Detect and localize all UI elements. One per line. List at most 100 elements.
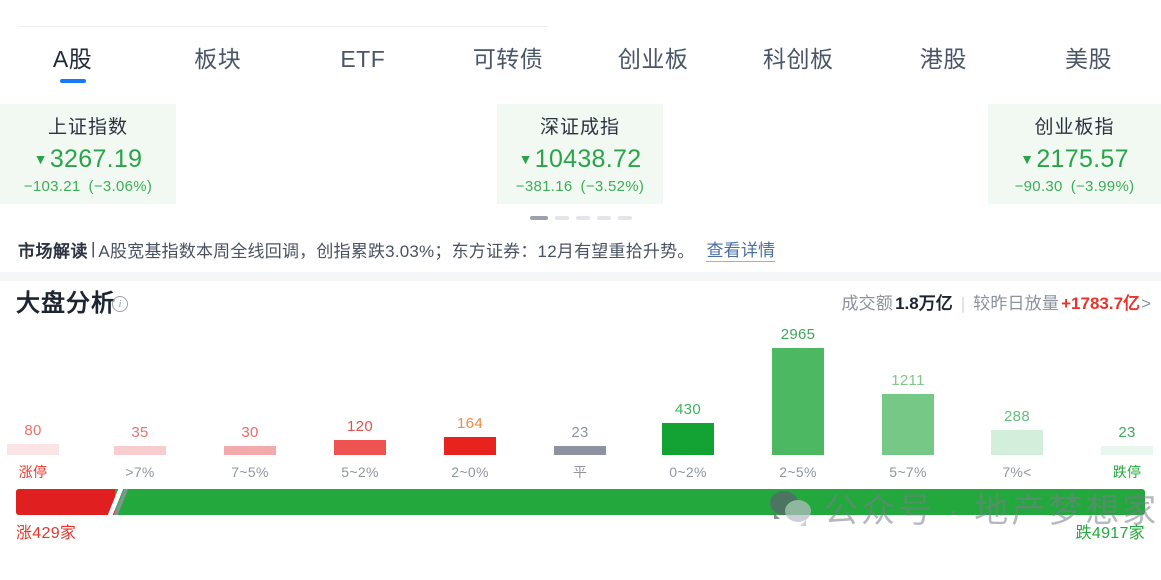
bar-value-label: 430	[675, 401, 701, 418]
bar-category-label: 跌停	[1112, 464, 1142, 480]
tab-7[interactable]: 美股	[1016, 44, 1161, 74]
tab-label: 创业板	[617, 46, 689, 72]
bar-rect	[114, 446, 166, 455]
bar-value-label: 288	[1004, 408, 1030, 425]
ratio-bar	[16, 489, 1145, 515]
bar-column-2[interactable]: 30 7~5%	[197, 328, 303, 483]
bar-category-label: 平	[572, 464, 588, 480]
tab-label: ETF	[340, 46, 386, 72]
bar-column-5[interactable]: 23 平	[527, 328, 633, 483]
turnover-value: 1.8万亿	[895, 294, 953, 313]
turnover-label: 成交额	[841, 294, 894, 313]
carousel-dot-4[interactable]	[617, 216, 632, 220]
bar-column-7[interactable]: 2965 2~5%	[745, 326, 851, 483]
bar-category-label: 7%<	[1002, 464, 1032, 480]
compare-label: 较昨日放量	[973, 294, 1060, 313]
bar-column-0[interactable]: 80 涨停	[0, 328, 86, 483]
index-change-pct: (−3.99%)	[1070, 178, 1135, 195]
bar-column-1[interactable]: 35 >7%	[87, 328, 193, 483]
index-card-2[interactable]: 创业板指 ▼2175.57 −90.30 (−3.99%)	[988, 104, 1161, 204]
bar-column-6[interactable]: 430 0~2%	[635, 328, 741, 483]
carousel-dot-1[interactable]	[554, 216, 569, 220]
carousel-dots	[0, 216, 1161, 220]
bar-column-10[interactable]: 23 跌停	[1074, 328, 1161, 483]
index-value: 10438.72	[534, 145, 642, 173]
bar-rect	[662, 423, 714, 455]
bar-category-label: >7%	[125, 464, 155, 480]
ratio-up-segment	[16, 489, 115, 515]
carousel-dot-2[interactable]	[575, 216, 590, 220]
index-change-row: −90.30 (−3.99%)	[988, 176, 1161, 198]
view-details-link[interactable]: 查看详情	[706, 236, 776, 262]
bar-rect	[1101, 446, 1153, 455]
bar-category-label: 2~0%	[451, 464, 489, 480]
advancers-label: 涨429家	[16, 525, 77, 542]
bar-rect	[7, 444, 59, 455]
bar-value-label: 80	[24, 422, 42, 439]
bar-value-label: 120	[347, 418, 373, 435]
index-value: 3267.19	[49, 145, 143, 173]
index-name: 创业板指	[1034, 117, 1115, 138]
chevron-right-icon[interactable]: >	[1141, 294, 1151, 313]
analysis-header: 大盘分析 i 成交额 1.8万亿 | 较昨日放量 +1783.7亿>	[0, 288, 1161, 328]
tab-label: 港股	[919, 46, 967, 72]
compare-value: +1783.7亿	[1061, 294, 1141, 313]
tab-4[interactable]: 创业板	[581, 44, 726, 74]
bar-category-label: 0~2%	[669, 464, 707, 480]
bar-rect	[991, 430, 1043, 455]
tab-3[interactable]: 可转债	[435, 44, 580, 74]
index-change-pct: (−3.52%)	[580, 178, 645, 195]
index-change-row: −381.16 (−3.52%)	[497, 176, 663, 198]
index-value-row: ▼10438.72	[497, 142, 663, 176]
bar-value-label: 35	[131, 424, 149, 441]
info-icon[interactable]: i	[112, 296, 128, 312]
tab-active-underline	[59, 79, 86, 83]
bar-column-9[interactable]: 288 7%<	[964, 328, 1070, 483]
section-divider	[0, 272, 1161, 281]
carousel-dot-3[interactable]	[596, 216, 611, 220]
tab-2[interactable]: ETF	[290, 44, 435, 74]
bar-column-8[interactable]: 1211 5~7%	[855, 328, 961, 483]
bar-category-label: 涨停	[18, 464, 48, 480]
bar-value-label: 164	[457, 415, 483, 432]
interpretation-label: 市场解读	[18, 241, 88, 261]
market-interpretation: 市场解读 | A股宽基指数本周全线回调，创指累跌3.03%；东方证券：12月有望…	[18, 234, 776, 264]
index-change-row: −103.21 (−3.06%)	[0, 176, 176, 198]
tab-5[interactable]: 科创板	[726, 44, 871, 74]
bar-column-4[interactable]: 164 2~0%	[417, 328, 523, 483]
page-title: 大盘分析	[16, 290, 116, 317]
index-change: −381.16	[515, 178, 573, 195]
bar-value-label: 23	[571, 424, 589, 441]
index-card-0[interactable]: 上证指数 ▼3267.19 −103.21 (−3.06%)	[0, 104, 176, 204]
index-name: 深证成指	[539, 117, 620, 138]
caret-down-icon: ▼	[1020, 151, 1035, 167]
advance-decline-ratio: 涨429家 跌4917家	[16, 489, 1145, 542]
index-value: 2175.57	[1036, 145, 1129, 173]
top-divider	[18, 26, 548, 27]
tab-6[interactable]: 港股	[871, 44, 1016, 74]
interpretation-separator: |	[91, 239, 96, 258]
decliners-label: 跌4917家	[1075, 525, 1145, 542]
index-change: −103.21	[23, 178, 81, 195]
index-card-1[interactable]: 深证成指 ▼10438.72 −381.16 (−3.52%)	[497, 104, 663, 204]
bar-rect	[554, 446, 606, 455]
caret-down-icon: ▼	[33, 151, 48, 167]
index-change-pct: (−3.06%)	[88, 178, 153, 195]
caret-down-icon: ▼	[518, 151, 533, 167]
bar-rect	[444, 437, 496, 455]
index-cards-carousel: 上证指数 ▼3267.19 −103.21 (−3.06%) 深证成指 ▼10438.72…	[0, 104, 1161, 204]
distribution-bar-chart: 80 涨停 35 >7% 30 7~5% 120 5~2% 164 2~0% 23 平 430 0~2% 2…	[0, 326, 1161, 483]
bar-category-label: 7~5%	[231, 464, 269, 480]
bar-value-label: 30	[241, 424, 259, 441]
analysis-stats[interactable]: 成交额 1.8万亿 | 较昨日放量 +1783.7亿>	[841, 291, 1151, 317]
bar-column-3[interactable]: 120 5~2%	[307, 328, 413, 483]
bar-category-label: 2~5%	[779, 464, 817, 480]
tab-0[interactable]: A股	[0, 44, 145, 83]
carousel-dot-0[interactable]	[529, 216, 548, 220]
bar-rect	[882, 394, 934, 455]
bar-rect	[334, 440, 386, 455]
tab-1[interactable]: 板块	[145, 44, 290, 74]
tab-label: 板块	[194, 46, 242, 72]
tab-label: 美股	[1064, 46, 1112, 72]
bar-rect	[772, 348, 824, 455]
